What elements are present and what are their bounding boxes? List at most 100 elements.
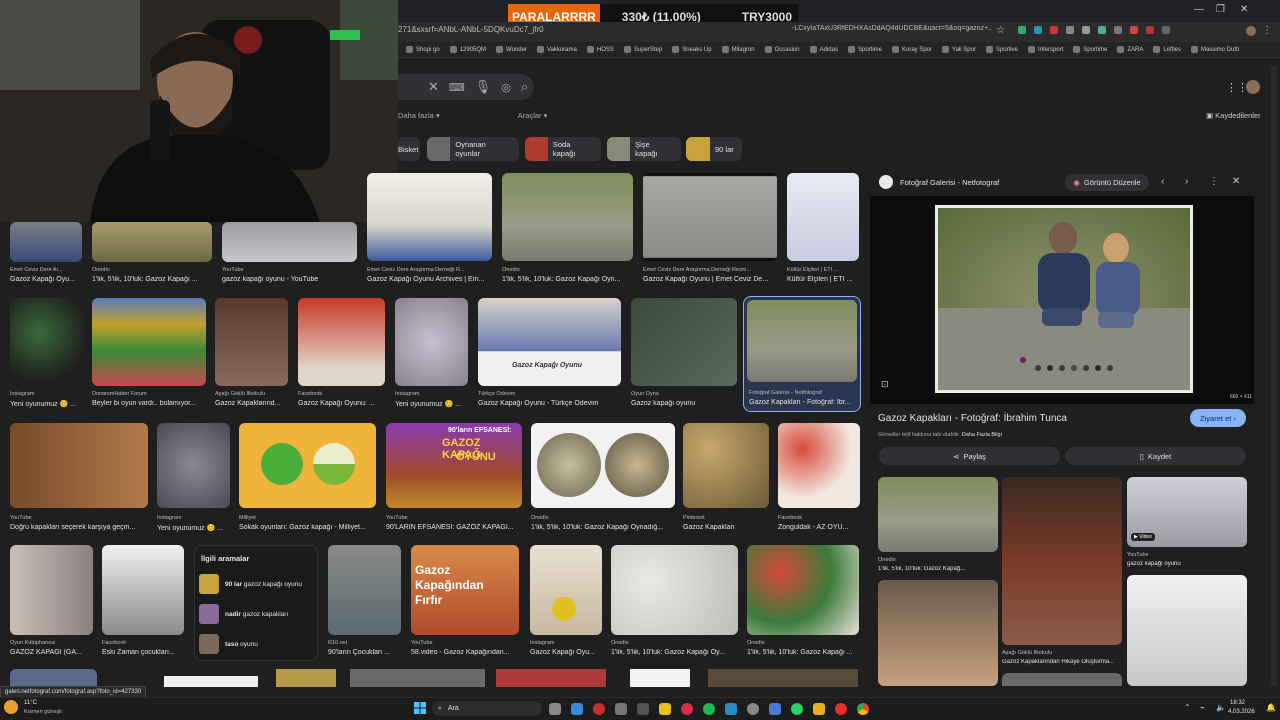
clock-time[interactable]: 18:32	[1230, 700, 1245, 706]
result-card[interactable]: Emet Ceviz Dere Ar... Gazoz Kapağı Oyu..…	[10, 222, 82, 286]
search-icon[interactable]: ⌕	[521, 79, 528, 95]
apps-grid-icon[interactable]: ⋮⋮	[1226, 81, 1248, 94]
search-box[interactable]: ✕ ⌨ 🎙 ◎ ⌕	[398, 74, 534, 100]
app-icon[interactable]	[813, 703, 825, 715]
result-image-partial[interactable]	[630, 669, 690, 687]
similar-image-card[interactable]: Onedio 1'lik, 5'lik, 10'luk: Gazoz Kapağ…	[878, 477, 998, 575]
result-card[interactable]: Gazoz Kapağı Oyunu Türkçe Ödevim Gazoz K…	[478, 298, 621, 410]
extension-icon[interactable]	[1050, 26, 1058, 34]
network-icon[interactable]: ⌁	[1200, 703, 1205, 712]
result-card[interactable]: R10.net 90'ların Çocukları ...	[328, 545, 401, 657]
learn-more-link[interactable]: Daha Fazla Bilgi	[962, 432, 1002, 438]
extension-icon[interactable]	[1066, 26, 1074, 34]
result-card[interactable]: Pinterest Gazoz Kapakları	[683, 423, 769, 535]
extension-icon[interactable]	[1130, 26, 1138, 34]
account-avatar[interactable]	[1246, 80, 1260, 94]
chip-sise-kapagi[interactable]: Şişe kapağı	[607, 137, 681, 161]
bookmark-item[interactable]: HOSS	[586, 46, 614, 53]
bookmark-item[interactable]: Intersport	[1027, 46, 1063, 53]
result-card[interactable]: Onedio 1'lik, 5'lik, 10'luk: Gazoz Kapağ…	[502, 173, 633, 286]
bookmark-item[interactable]: ZARA	[1117, 46, 1143, 53]
similar-image-card[interactable]: ▶ Video YouTube gazoz kapağı oyunu	[1127, 477, 1247, 571]
bookmark-item[interactable]: Wunder	[496, 46, 527, 53]
result-card[interactable]: Gazoz Kapağından Fırfır YouTube 58.video…	[411, 545, 519, 657]
app-icon[interactable]	[615, 703, 627, 715]
bookmark-item[interactable]: Adidas	[809, 46, 838, 53]
share-button[interactable]: ⋖ Paylaş	[879, 447, 1060, 465]
windows-start-icon[interactable]	[414, 702, 426, 714]
file-explorer-icon[interactable]	[659, 703, 671, 715]
more-options-icon[interactable]: ⋮	[1209, 176, 1219, 187]
bookmark-item[interactable]: SuperStep	[623, 46, 662, 53]
result-card[interactable]: Facebook Zonguldak - AZ OYU...	[778, 423, 860, 535]
app-icon[interactable]	[637, 703, 649, 715]
result-card[interactable]: Onedio 1'lik, 5'lik, 10'luk: Gazoz Kapağ…	[747, 545, 859, 657]
app-icon[interactable]	[681, 703, 693, 715]
app-icon[interactable]	[769, 703, 781, 715]
tray-chevron-icon[interactable]: ⌃	[1184, 703, 1191, 712]
save-button[interactable]: ▯ Kaydet	[1065, 447, 1246, 465]
result-card[interactable]: Facebook Gazoz Kapağı Oyunu: ...	[298, 298, 385, 410]
result-card[interactable]: YouTube Doğru kapakları seçerek karşıya …	[10, 423, 148, 535]
browser-menu-icon[interactable]: ⋮	[1262, 25, 1272, 36]
result-card[interactable]: Emet Ceviz Dere Araştırma Derneği R... G…	[367, 173, 492, 286]
volume-icon[interactable]: 🔈	[1216, 703, 1226, 712]
bookmark-item[interactable]: Milagron	[721, 46, 755, 53]
extension-icon[interactable]	[1098, 26, 1106, 34]
weather-icon[interactable]	[4, 700, 18, 714]
tools-filter[interactable]: Araçlar	[518, 111, 542, 120]
result-card[interactable]: 90'ların EFSANESİ: GAZOZ KAPAĞ OYUNU You…	[386, 423, 522, 535]
result-card[interactable]: Onedio 1'lik, 5'lik, 10'luk: Gazoz Kapağ…	[531, 423, 675, 535]
result-card-selected[interactable]: Fotoğraf Galerisi - Netfotograf Gazoz Ka…	[743, 296, 861, 412]
related-item[interactable]: taso oyunu	[199, 633, 315, 655]
extension-icon[interactable]	[1018, 26, 1026, 34]
close-panel-icon[interactable]: ✕	[1232, 176, 1240, 187]
maximize-button[interactable]: ❐	[1216, 4, 1225, 15]
chrome-icon[interactable]	[857, 703, 869, 715]
result-card[interactable]: Oyun Kütüphanesi GAZOZ KAPAĞI (GA...	[10, 545, 93, 657]
notification-bell-icon[interactable]: 🔔	[1266, 703, 1276, 712]
previous-arrow-icon[interactable]: ‹	[1161, 176, 1164, 187]
similar-image[interactable]	[1127, 575, 1247, 686]
taskbar-search[interactable]: ⌕ Ara	[432, 701, 542, 716]
visit-button[interactable]: Ziyaret et ›	[1190, 409, 1246, 427]
visual-search-icon[interactable]: ⊡	[881, 379, 889, 390]
panel-site-name[interactable]: Fotoğraf Galerisi - Netfotograf	[900, 178, 999, 187]
chip-90-lar[interactable]: 90 lar	[686, 137, 742, 161]
bookmark-item[interactable]: Lefties	[1153, 46, 1181, 53]
result-image-partial[interactable]	[496, 669, 606, 687]
result-card[interactable]: Onedio 1'lik, 5'lik, 10'luk: Gazoz Kapağ…	[92, 222, 212, 286]
bookmark-item[interactable]: Koray Spor	[892, 46, 932, 53]
opera-icon[interactable]	[835, 703, 847, 715]
result-image-partial[interactable]	[10, 669, 97, 687]
extension-icon[interactable]	[1162, 26, 1170, 34]
next-arrow-icon[interactable]: ›	[1185, 176, 1188, 187]
result-card[interactable]: Oyun Oyna Gazoz kapağı oyunu	[631, 298, 737, 410]
app-icon[interactable]	[571, 703, 583, 715]
chip-bisket[interactable]: Bisket	[398, 137, 420, 161]
extension-icon[interactable]	[1034, 26, 1042, 34]
bookmark-item[interactable]: Shopi go	[406, 46, 440, 53]
profile-avatar[interactable]	[1246, 26, 1256, 36]
result-card[interactable]: Aşağı Göklü İlkokulu Gazoz Kapaklarınd..…	[215, 298, 288, 410]
bookmark-star-icon[interactable]: ☆	[996, 25, 1005, 36]
spotify-icon[interactable]	[703, 703, 715, 715]
result-card[interactable]: Instagram Yeni oyunumuz 😊 ...	[10, 298, 84, 410]
minimize-button[interactable]: —	[1194, 4, 1204, 15]
result-card[interactable]: Milliyet Sokak oyunları: Gazoz kapağı - …	[239, 423, 376, 535]
clock-date[interactable]: 4.03.2026	[1228, 709, 1255, 715]
related-item[interactable]: 90 lar gazoz kapağı oyunu	[199, 573, 315, 595]
bookmark-item[interactable]: Sportive	[985, 46, 1018, 53]
bookmark-item[interactable]: Sneaks Up	[672, 46, 712, 53]
extension-icon[interactable]	[1082, 26, 1090, 34]
similar-image[interactable]	[1002, 673, 1122, 686]
related-item[interactable]: nadir gazoz kapakları	[199, 603, 315, 625]
bookmark-item[interactable]: Massimo Dutti	[1191, 46, 1239, 53]
result-card[interactable]: Onedio 1'lik, 5'lik, 10'luk: Gazoz Kapağ…	[611, 545, 738, 657]
bookmark-item[interactable]: Sportime	[847, 46, 882, 53]
bookmark-item[interactable]: Occasion	[764, 46, 800, 53]
similar-image-card[interactable]: Aşağı Göklü İlkokulu Gazoz Kapaklarından…	[1002, 477, 1122, 671]
bookmark-item[interactable]: Vakkorama	[536, 46, 577, 53]
lens-edit-button[interactable]: ◉ Görüntü Düzenle	[1065, 174, 1149, 191]
app-icon[interactable]	[747, 703, 759, 715]
